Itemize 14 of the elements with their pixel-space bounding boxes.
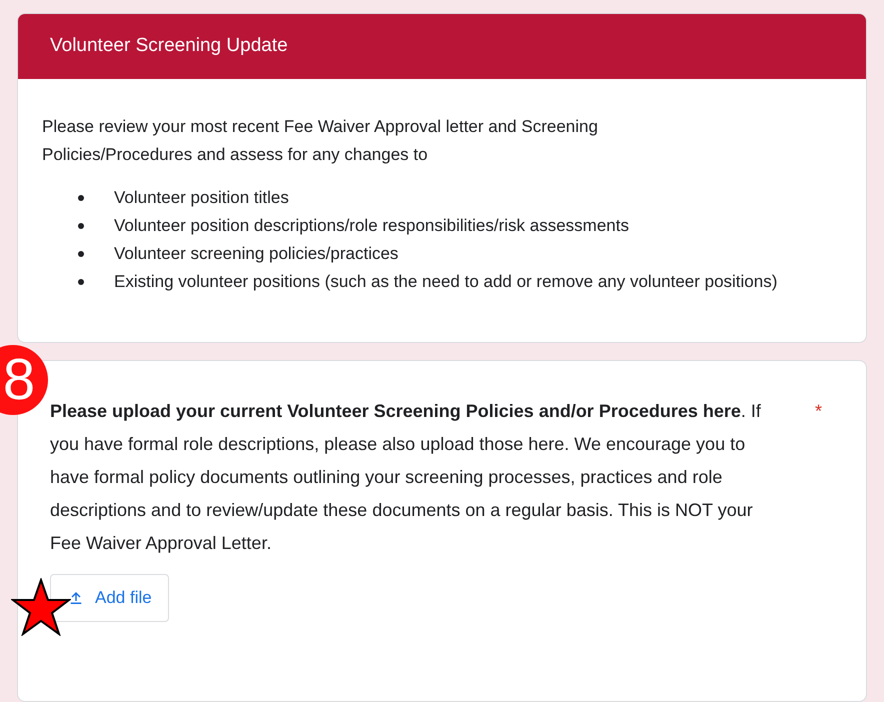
number-badge: 8 bbox=[0, 345, 48, 415]
bullet-icon bbox=[78, 251, 84, 257]
bullet-text: Volunteer position titles bbox=[114, 187, 290, 209]
bullet-text: Existing volunteer positions (such as the need to add or remove any volunteer positions) bbox=[114, 271, 778, 293]
bullet-text: Volunteer position descriptions/role responsibilities/risk assessments bbox=[114, 215, 630, 237]
form-title: Volunteer Screening Update bbox=[50, 34, 288, 58]
required-mark: * bbox=[814, 400, 822, 423]
bullet-icon bbox=[78, 223, 84, 229]
question-text: Please upload your current Volunteer Screening Policies and/or Procedures here. If you have formal role descriptions, please also upload those here. We encourage you to have formal policy documents outlining your screening processes, practices and role descriptions and to review/update these documents on a regular basis. This is NOT your Fee Waiver Approval Letter. bbox=[50, 400, 762, 555]
bullet-icon bbox=[78, 195, 84, 201]
star-icon bbox=[11, 578, 71, 636]
bullet-icon bbox=[78, 279, 84, 285]
intro-text: Please review your most recent Fee Waiver Approval letter and Screening Policies/Procedures and assess for any changes to bbox=[42, 116, 599, 166]
bullet-text: Volunteer screening policies/practices bbox=[114, 243, 400, 265]
